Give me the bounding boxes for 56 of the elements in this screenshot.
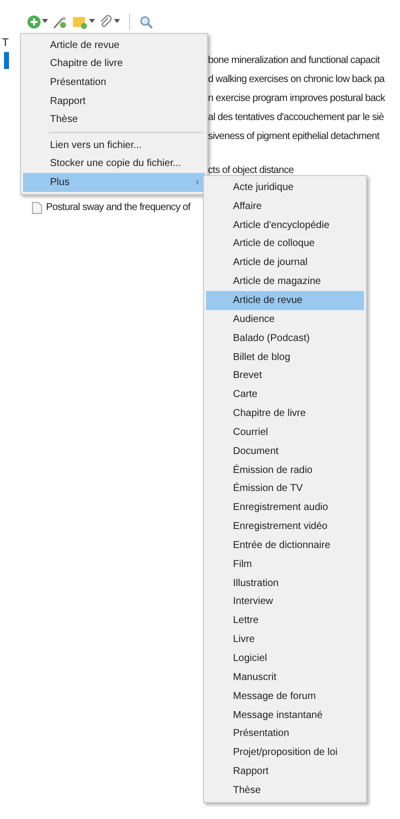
menu-item[interactable]: Rapport [23, 92, 205, 110]
menu-item[interactable]: Enregistrement vidéo [206, 517, 364, 536]
list-item-title[interactable]: n exercise program improves postural back [208, 91, 385, 106]
menu-item[interactable]: Article de revue [206, 291, 364, 310]
menu-item[interactable]: Thèse [206, 781, 364, 800]
document-icon [32, 202, 42, 214]
add-icon [27, 15, 41, 29]
menu-item[interactable]: Projet/proposition de loi [206, 743, 364, 762]
menu-item[interactable]: Document [206, 442, 364, 461]
menu-item[interactable]: Carte [206, 385, 364, 404]
list-item-title[interactable]: Postural sway and the frequency of [46, 200, 190, 215]
list-item-title[interactable]: bone mineralization and functional capacit [208, 53, 380, 68]
toolbar-button[interactable] [26, 13, 49, 31]
search-icon [139, 15, 153, 29]
menu-item[interactable]: Illustration [206, 574, 364, 593]
menu-item[interactable]: Stocker une copie du fichier... [23, 154, 205, 174]
menu-item[interactable]: Billet de blog [206, 348, 364, 366]
wand-icon [52, 15, 68, 29]
menu-item[interactable]: Présentation [23, 73, 205, 92]
menu-item[interactable]: Lien vers un fichier... [23, 136, 205, 155]
menu-item[interactable]: Message instantané [206, 706, 364, 724]
menu-item[interactable]: Manuscrit [206, 668, 364, 687]
menu-item[interactable]: Acte juridique [206, 178, 364, 197]
note-icon [72, 15, 88, 29]
menu-item[interactable]: Film [206, 554, 364, 574]
list-item-title[interactable]: d walking exercises on chronic low back pa [208, 72, 385, 87]
menu-item[interactable]: Article de colloque [206, 234, 364, 254]
paperclip-icon [99, 15, 113, 29]
menu-item[interactable]: Courriel [206, 422, 364, 442]
submenu-item[interactable]: Plus › [23, 173, 205, 192]
menu-item[interactable]: Message de forum [206, 686, 364, 706]
list-item-title[interactable]: siveness of pigment epithelial detachment [208, 129, 380, 144]
menu-item[interactable]: Logiciel [206, 649, 364, 668]
menu-item[interactable]: Article d'encyclopédie [206, 216, 364, 235]
list-item-title[interactable]: al des tentatives d'accouchement par le siè [208, 110, 384, 125]
menu-item[interactable]: Audience [206, 310, 364, 329]
menu-item[interactable]: Chapitre de livre [23, 54, 205, 74]
menu-item[interactable]: Livre [206, 630, 364, 650]
menu-item[interactable]: Émission de TV [206, 480, 364, 498]
menu-item[interactable]: Présentation [206, 724, 364, 744]
menu-item[interactable]: Enregistrement audio [206, 498, 364, 518]
menu-item[interactable]: Entrée de dictionnaire [206, 536, 364, 555]
menu-item[interactable]: Article de magazine [206, 272, 364, 292]
submenu-arrow-icon: › [196, 174, 199, 190]
menu-item[interactable]: Article de revue [23, 36, 205, 55]
menu-item[interactable]: Thèse [23, 110, 205, 129]
menu-item[interactable]: Balado (Podcast) [206, 328, 364, 348]
menu-item[interactable]: Article de journal [206, 253, 364, 272]
list-item-title[interactable]: cts of object distance [208, 163, 294, 178]
menu-item[interactable]: Chapitre de livre [206, 404, 364, 423]
menu-item[interactable]: Lettre [206, 611, 364, 630]
menu-item[interactable]: Émission de radio [206, 460, 364, 480]
menu-item[interactable]: Brevet [206, 366, 364, 386]
menu-item[interactable]: Interview [206, 592, 364, 612]
menu-item[interactable]: Rapport [206, 762, 364, 781]
menu-item[interactable]: Affaire [206, 196, 364, 216]
